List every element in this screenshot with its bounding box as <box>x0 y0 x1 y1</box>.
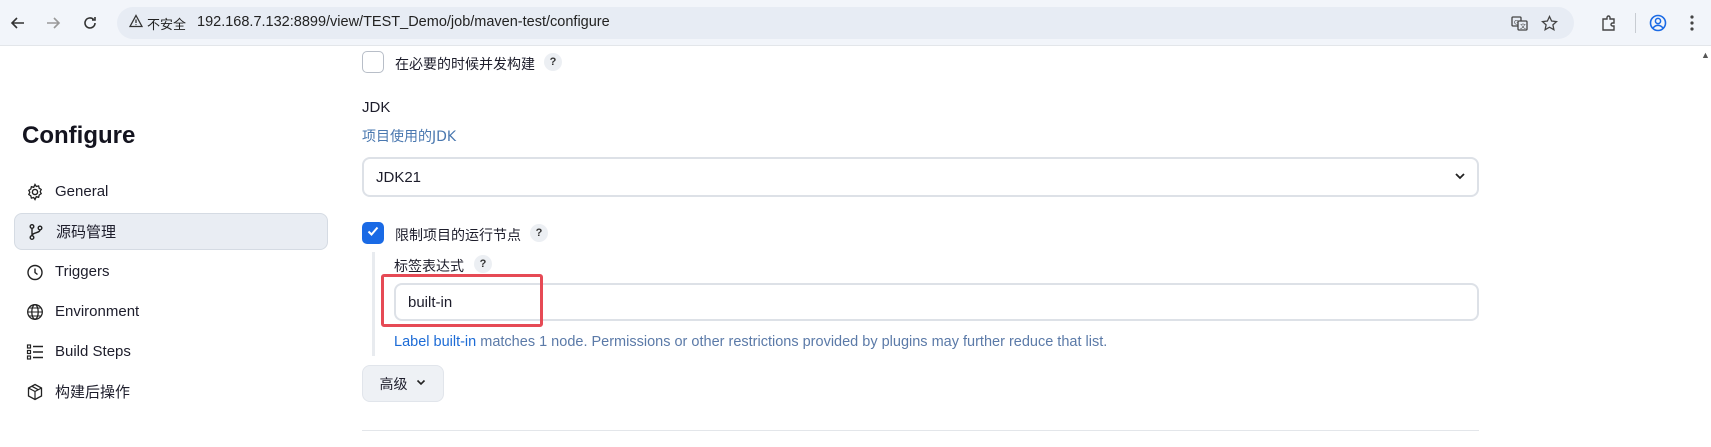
clock-icon <box>25 262 45 282</box>
sidebar-item-label: Triggers <box>55 263 110 280</box>
nested-section-indent <box>372 252 375 356</box>
concurrent-help-icon[interactable]: ? <box>544 53 562 71</box>
concurrent-build-checkbox[interactable] <box>362 51 384 73</box>
restrict-node-checkbox[interactable] <box>362 222 384 244</box>
restrict-help-icon[interactable]: ? <box>530 224 548 242</box>
sidebar-item-label: Environment <box>55 303 140 320</box>
sidebar-item-label: General <box>55 183 109 200</box>
svg-text:G: G <box>1514 19 1519 26</box>
sidebar-item-build-steps[interactable]: Build Steps <box>14 333 328 370</box>
section-divider <box>362 430 1479 431</box>
security-indicator[interactable]: 不安全 <box>122 11 194 35</box>
jdk-section-title: JDK <box>362 99 391 116</box>
package-icon <box>25 382 45 402</box>
sidebar-item-triggers[interactable]: Triggers <box>14 253 328 290</box>
address-bar[interactable]: 不安全 192.168.7.132:8899/view/TEST_Demo/jo… <box>117 7 1574 39</box>
jdk-description: 项目使用的JDK <box>362 129 457 145</box>
toolbar-separator <box>1635 13 1636 33</box>
sidebar-item-scm[interactable]: 源码管理 <box>14 213 328 250</box>
sidebar-item-label: 源码管理 <box>56 224 117 241</box>
concurrent-build-label: 在必要的时候并发构建 <box>395 57 535 73</box>
back-icon[interactable] <box>6 11 30 35</box>
forward-icon[interactable] <box>41 11 65 35</box>
gear-icon <box>25 182 45 202</box>
sidebar-item-label: Build Steps <box>55 343 131 360</box>
list-icon <box>25 342 45 362</box>
browser-toolbar: 不安全 192.168.7.132:8899/view/TEST_Demo/jo… <box>0 0 1711 46</box>
url-text[interactable]: 192.168.7.132:8899/view/TEST_Demo/job/ma… <box>197 14 610 30</box>
more-icon[interactable] <box>1680 11 1704 35</box>
label-expression-input[interactable]: built-in <box>394 283 1479 321</box>
checkmark-icon <box>366 224 380 243</box>
chevron-down-icon <box>1453 169 1467 187</box>
label-match-note: Label built-in matches 1 node. Permissio… <box>394 334 1107 350</box>
profile-icon[interactable] <box>1646 11 1670 35</box>
translate-icon[interactable]: G文 <box>1509 13 1529 33</box>
reload-icon[interactable] <box>78 11 102 35</box>
sidebar-item-post-build[interactable]: 构建后操作 <box>14 373 328 410</box>
jdk-selected-value: JDK21 <box>376 168 422 186</box>
label-expression-value: built-in <box>408 293 453 311</box>
warning-icon <box>128 14 144 32</box>
security-label: 不安全 <box>147 17 187 33</box>
sidebar-item-label: 构建后操作 <box>55 384 131 401</box>
sidebar-item-general[interactable]: General <box>14 173 328 210</box>
label-link[interactable]: Label built-in <box>394 334 476 350</box>
sidebar-item-environment[interactable]: Environment <box>14 293 328 330</box>
label-expression-label: 标签表达式 <box>394 259 464 275</box>
star-icon[interactable] <box>1539 13 1559 33</box>
extensions-icon[interactable] <box>1597 11 1621 35</box>
svg-text:文: 文 <box>1520 22 1526 30</box>
advanced-button-label: 高级 <box>379 376 408 393</box>
scrollbar-up-arrow[interactable]: ▲ <box>1701 50 1710 60</box>
jdk-select[interactable]: JDK21 <box>362 157 1479 197</box>
branch-icon <box>26 222 46 242</box>
label-match-text: matches 1 node. Permissions or other res… <box>476 334 1108 350</box>
page-title: Configure <box>22 122 136 149</box>
advanced-button[interactable]: 高级 <box>362 365 444 402</box>
restrict-node-label: 限制项目的运行节点 <box>395 228 521 244</box>
label-expression-help-icon[interactable]: ? <box>474 255 492 273</box>
globe-icon <box>25 302 45 322</box>
chevron-down-icon <box>415 376 427 392</box>
